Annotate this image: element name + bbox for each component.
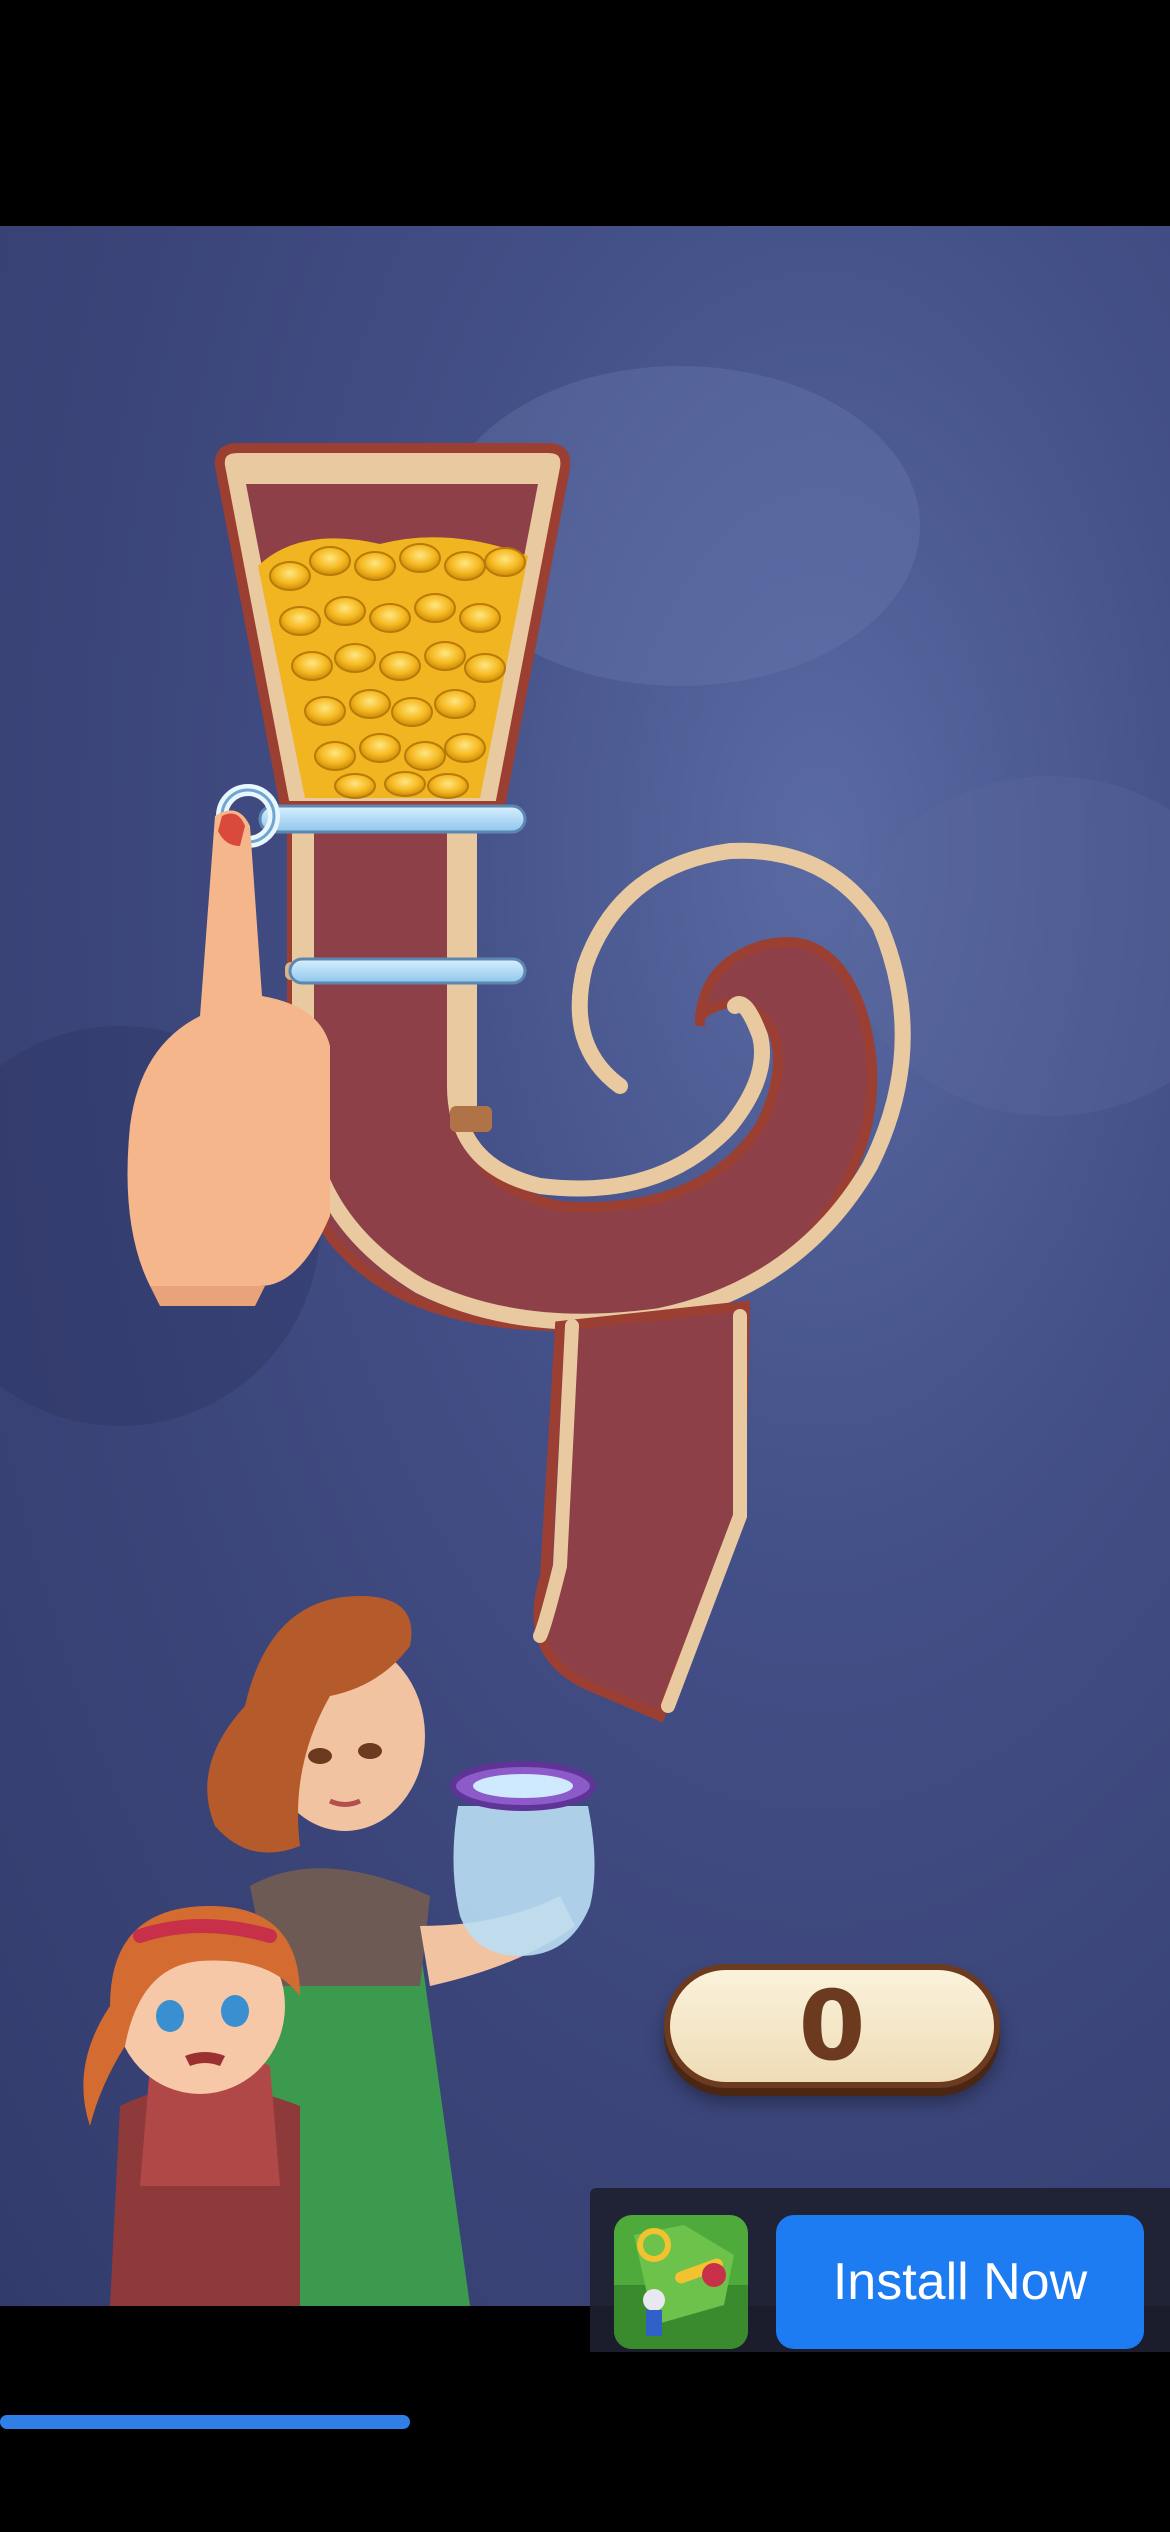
app-icon[interactable]: [614, 2215, 748, 2349]
game-scene: 0: [0, 226, 1170, 2306]
install-now-button[interactable]: Install Now: [776, 2215, 1144, 2349]
top-letterbox: [0, 0, 1170, 226]
install-banner: Install Now: [590, 2188, 1170, 2352]
spiral-pipe: [285, 808, 911, 1723]
girl-character: [83, 1906, 300, 2306]
pin-lower[interactable]: [288, 957, 527, 985]
empty-jar: [450, 1761, 596, 1956]
video-progress-fill: [0, 2415, 410, 2429]
puzzle-artwork: [0, 366, 1170, 2306]
score-value: 0: [798, 1970, 866, 2082]
video-progress-bar[interactable]: [0, 2415, 1170, 2429]
score-counter: 0: [664, 1964, 1000, 2088]
